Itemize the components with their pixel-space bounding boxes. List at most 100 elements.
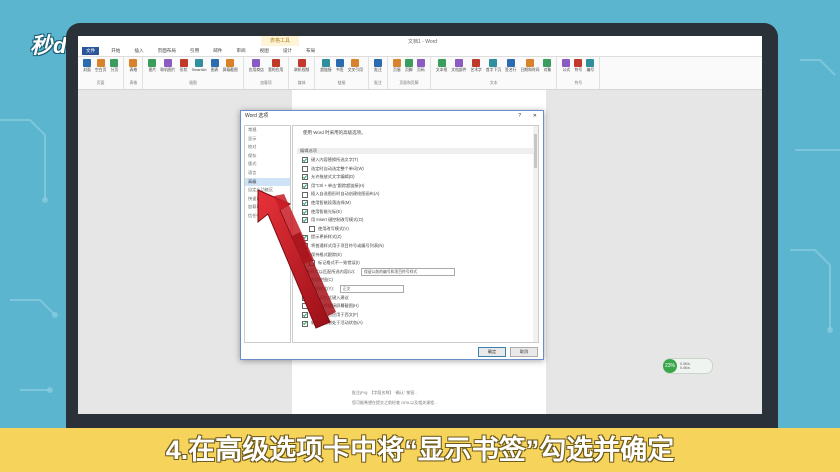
option-row[interactable]: 粘贴选项按钮(C): [293, 276, 538, 285]
ribbon-button[interactable]: 图表: [210, 59, 219, 73]
option-checkbox[interactable]: [302, 294, 308, 301]
nav-item[interactable]: 高级: [245, 177, 290, 187]
option-row[interactable]: 插入自选图形时自动创建绘图画布(A): [293, 190, 538, 199]
option-row[interactable]: 提示更新样式(Z): [293, 233, 538, 242]
nav-item[interactable]: 快速访问工具栏: [245, 195, 290, 204]
option-row[interactable]: 使用智能光标(E): [293, 208, 538, 217]
ribbon-button[interactable]: 形状: [179, 59, 188, 73]
option-checkbox[interactable]: [309, 226, 315, 233]
ribbon-button[interactable]: 页脚: [404, 59, 413, 73]
ribbon-button-label: 文本框: [435, 68, 448, 72]
option-checkbox[interactable]: [302, 165, 308, 172]
ribbon-button[interactable]: 编号: [586, 59, 595, 73]
network-speed-widget[interactable]: 23% 0.3K/s 0.4K/s: [663, 358, 713, 374]
option-checkbox[interactable]: [302, 157, 308, 164]
tab-1[interactable]: 开始: [111, 48, 120, 54]
ribbon-button[interactable]: 我的应用: [268, 59, 283, 73]
ribbon-button[interactable]: 页码: [416, 59, 425, 73]
ribbon-button[interactable]: SmartArt: [192, 59, 207, 72]
option-label: 默认段落样式(Y):: [302, 285, 334, 291]
option-row[interactable]: 中文字体也应用于西文(F): [293, 311, 538, 320]
nav-item[interactable]: 版式: [245, 160, 290, 169]
ribbon-button[interactable]: 批注: [373, 59, 382, 73]
option-checkbox[interactable]: [302, 243, 308, 250]
option-checkbox[interactable]: [302, 251, 308, 258]
nav-item[interactable]: 加载项: [245, 203, 290, 212]
cancel-button[interactable]: 取消: [510, 347, 538, 357]
option-row[interactable]: 输入法控制处于活动状态(A): [293, 319, 538, 328]
tab-7[interactable]: 视图: [260, 48, 269, 54]
ribbon-button[interactable]: 签名行: [505, 59, 516, 73]
tab-6[interactable]: 审阅: [236, 48, 245, 54]
ribbon-button[interactable]: 艺术字: [470, 59, 482, 73]
option-row[interactable]: 更新样式以匹配所选内容(U): 保留以前的编号和项目符号样式: [293, 268, 538, 277]
ribbon-button[interactable]: 联机图片: [160, 59, 176, 73]
ribbon-button[interactable]: 书签: [335, 59, 344, 73]
ok-button[interactable]: 确定: [478, 347, 506, 357]
ribbon-button[interactable]: 对象: [543, 59, 552, 73]
ribbon-button[interactable]: 公式: [562, 59, 571, 73]
option-row[interactable]: 将普通样式用于项目符号或编号列表(N): [293, 242, 538, 251]
option-row[interactable]: 保持格式跟踪(E): [293, 251, 538, 260]
tab-2[interactable]: 插入: [134, 48, 143, 54]
option-row[interactable]: 使用智能段落选择(M): [293, 199, 538, 208]
option-row[interactable]: 默认段落样式(Y): 正文: [293, 285, 538, 294]
ribbon-button[interactable]: 联机视频: [294, 59, 309, 73]
scrollbar-thumb[interactable]: [534, 134, 537, 168]
tab-5[interactable]: 邮件: [213, 48, 222, 54]
ribbon-button[interactable]: 文档部件: [451, 59, 466, 73]
nav-item[interactable]: 常规: [245, 126, 290, 135]
option-row[interactable]: 显示记忆式键入建议: [293, 294, 538, 303]
ribbon-icon: [96, 59, 105, 67]
ribbon-button[interactable]: 图片: [148, 59, 157, 73]
option-row[interactable]: 允许拖放式文字编辑(D): [293, 173, 538, 182]
ribbon-button[interactable]: 文本框: [436, 59, 447, 73]
ribbon-button[interactable]: 交叉引用: [348, 59, 363, 73]
ribbon-button[interactable]: 符号: [574, 59, 583, 73]
ribbon-button[interactable]: 应用商店: [249, 59, 264, 73]
option-checkbox[interactable]: [302, 183, 308, 190]
ribbon-button[interactable]: 页眉: [392, 59, 401, 73]
nav-item[interactable]: 保存: [245, 152, 290, 161]
option-checkbox[interactable]: [302, 234, 308, 241]
option-row[interactable]: 使用改写模式(V): [293, 225, 538, 234]
ribbon-button[interactable]: 超链接: [320, 59, 332, 73]
nav-item[interactable]: 自定义功能区: [245, 186, 290, 195]
ribbon-button[interactable]: 首字下沉: [486, 59, 501, 73]
tab-3[interactable]: 页面布局: [158, 48, 176, 54]
option-checkbox[interactable]: [302, 303, 308, 310]
ribbon-button[interactable]: 表格: [129, 59, 138, 73]
option-row[interactable]: 选定时自动选定整个单词(W): [293, 165, 538, 174]
option-checkbox[interactable]: [302, 191, 308, 198]
help-icon[interactable]: ?: [518, 111, 521, 122]
tab-8[interactable]: 设计: [283, 48, 292, 54]
option-checkbox[interactable]: [302, 217, 308, 224]
ribbon-button[interactable]: 屏幕截图: [223, 59, 238, 73]
ribbon-button[interactable]: 日期和时间: [520, 59, 539, 73]
option-row[interactable]: 不自动超链接屏幕截图(H): [293, 302, 538, 311]
ribbon-button[interactable]: 封面: [83, 59, 91, 73]
nav-item[interactable]: 信任中心: [245, 212, 290, 221]
tab-4[interactable]: 引用: [190, 48, 199, 54]
option-checkbox[interactable]: [302, 200, 308, 207]
tab-9[interactable]: 布局: [306, 48, 315, 54]
nav-item[interactable]: 校对: [245, 143, 290, 152]
ribbon-button[interactable]: 空白页: [95, 59, 106, 73]
option-dropdown[interactable]: 保留以前的编号和项目符号样式: [361, 268, 456, 277]
option-checkbox[interactable]: [309, 260, 315, 267]
option-row[interactable]: 标记格式不一致错误(I): [293, 259, 538, 268]
option-row[interactable]: 键入内容替换所选文字(T): [293, 156, 538, 165]
option-dropdown[interactable]: 正文: [339, 285, 404, 294]
option-checkbox[interactable]: [302, 311, 308, 318]
ribbon-button[interactable]: 分页: [110, 59, 119, 73]
option-row[interactable]: 用 Insert 键控制改写模式(O): [293, 216, 538, 225]
option-row[interactable]: 用“Ctrl + 单击”跟踪超链接(H): [293, 182, 538, 191]
option-checkbox[interactable]: [302, 208, 308, 215]
option-checkbox[interactable]: [302, 320, 308, 327]
tab-0[interactable]: 文件: [82, 47, 100, 55]
pane-scrollbar[interactable]: [533, 126, 538, 342]
nav-item[interactable]: 语言: [245, 169, 290, 178]
nav-item[interactable]: 显示: [245, 135, 290, 144]
option-checkbox[interactable]: [302, 174, 308, 181]
close-icon[interactable]: ✕: [533, 111, 537, 122]
